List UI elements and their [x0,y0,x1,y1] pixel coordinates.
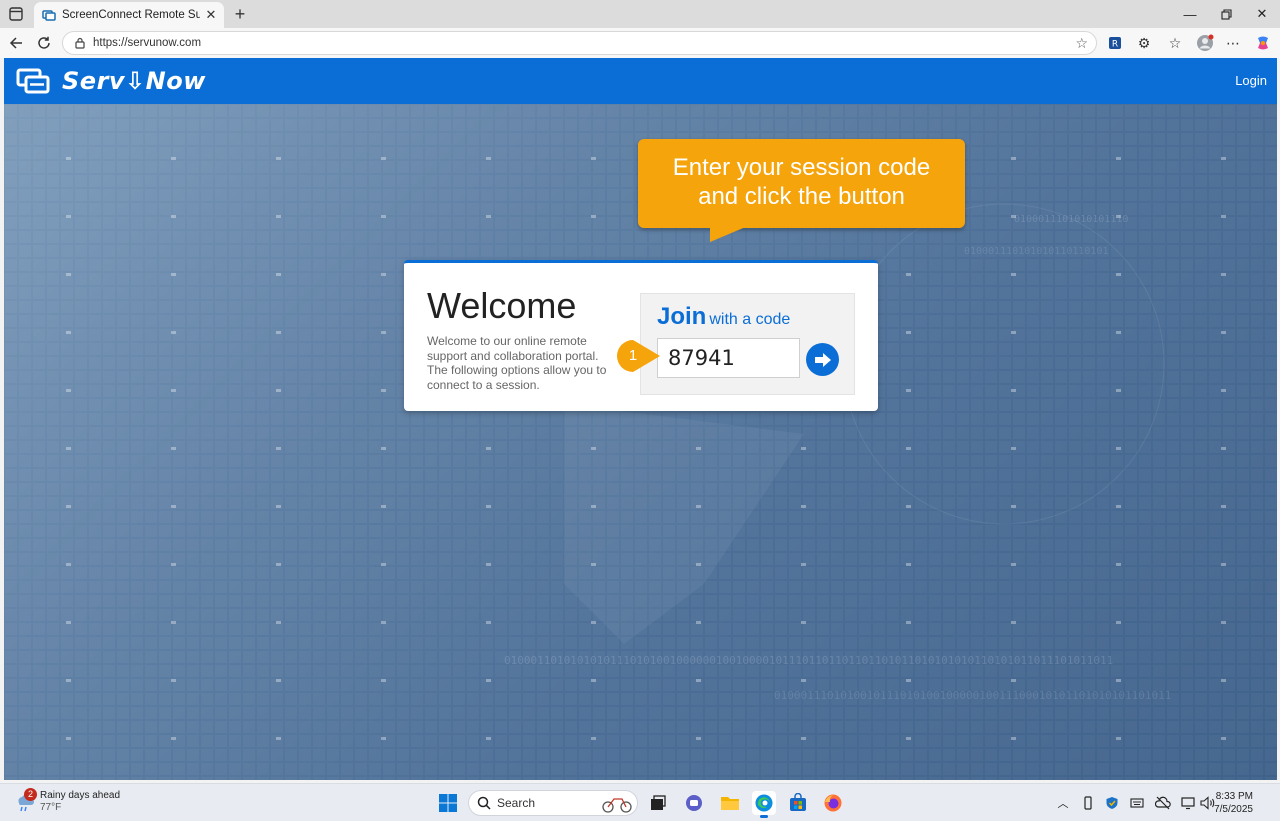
show-hidden-icons-chevron-icon[interactable]: ︿ [1055,795,1071,811]
logo-screens-icon [16,68,50,94]
task-view-icon[interactable] [646,791,670,815]
address-bar[interactable]: https://servunow.com ☆ [62,31,1097,55]
teams-chat-icon[interactable] [682,791,706,815]
file-explorer-icon[interactable] [718,791,742,815]
network-display-icon[interactable] [1180,795,1196,811]
refresh-icon[interactable] [33,32,55,54]
weather-title: Rainy days ahead [40,790,121,801]
site-header: Serv⇩Now Login [4,58,1277,104]
firefox-icon[interactable] [821,791,845,815]
join-with-code-panel: Join with a code [640,293,855,395]
taskbar-search[interactable]: Search [468,790,638,816]
favorites-icon[interactable]: ☆ [1165,33,1185,53]
join-label: Join [657,303,707,330]
security-shield-icon[interactable] [1104,795,1120,811]
servunow-logo[interactable]: Serv⇩Now [16,66,206,96]
step-marker: 1 [616,339,662,373]
minimize-icon[interactable]: — [1172,2,1208,26]
system-clock[interactable]: 8:33 PM 7/5/2025 [1214,790,1253,816]
onedrive-offline-icon[interactable] [1155,795,1171,811]
svg-text:R: R [1112,40,1118,50]
windows-start-icon[interactable] [436,791,460,815]
browser-tab[interactable]: ScreenConnect Remote Support S ✕ [34,2,224,28]
screenconnect-favicon-icon [42,10,56,21]
back-icon[interactable] [5,32,27,54]
join-submit-button[interactable] [806,343,839,376]
session-code-input[interactable] [657,338,800,378]
profile-avatar-icon[interactable] [1195,33,1215,53]
usb-device-icon[interactable] [1080,795,1096,811]
restore-icon[interactable] [1208,2,1244,26]
instruction-callout: Enter your session code and click the bu… [638,139,965,228]
svg-text:010001110101010110110101: 010001110101010110110101 [964,246,1109,257]
web-page: 0100011010101010111010100100000010010000… [4,58,1277,780]
welcome-title: Welcome [427,285,577,326]
weather-widget[interactable]: 2 Rainy days ahead 77°F [14,788,121,814]
favorite-star-icon[interactable]: ☆ [1075,35,1088,52]
url-text: https://servunow.com [93,37,202,49]
search-icon [477,796,491,810]
svg-text:010001110101001011101010010000: 0100011101010010111010100100000100111000… [774,689,1171,702]
active-app-indicator [760,815,768,818]
step-number: 1 [628,347,638,364]
callout-line-1: Enter your session code [672,154,931,181]
keyboard-icon[interactable] [1129,795,1145,811]
extension-icon[interactable]: R [1105,33,1125,53]
join-sublabel: with a code [709,311,791,328]
svg-text:010001101010101011101010010000: 0100011010101010111010100100000010010000… [504,654,1113,667]
weather-temperature: 77°F [40,802,62,813]
arrow-right-icon [814,352,831,367]
extensions-puzzle-icon[interactable]: ⚙ [1134,33,1154,53]
new-tab-icon[interactable]: + [230,4,250,24]
rain-cloud-icon: 2 [14,788,37,813]
logo-text: Serv⇩Now [62,67,206,95]
callout-pointer [710,226,748,242]
windows-taskbar: 2 Rainy days ahead 77°F Search ︿ 8:33 PM… [0,783,1280,821]
close-window-icon[interactable]: ✕ [1244,2,1280,26]
browser-tab-strip: ScreenConnect Remote Support S ✕ + — ✕ [0,0,1280,28]
login-link[interactable]: Login [1235,73,1267,88]
clock-time: 8:33 PM [1215,791,1253,802]
lock-icon[interactable] [73,36,87,50]
callout-line-2: and click the button [698,183,905,210]
search-label: Search [497,796,536,810]
welcome-card: Welcome Welcome to our online remote sup… [404,260,878,411]
join-heading: Join with a code [657,303,790,331]
microsoft-store-icon[interactable] [786,791,810,815]
svg-text:0100011101010101110: 0100011101010101110 [1014,214,1128,225]
copilot-icon[interactable] [1253,33,1273,53]
weather-badge: 2 [24,788,37,801]
bicycle-icon [602,798,632,813]
browser-toolbar: https://servunow.com ☆ R ⚙ ☆ ⋯ [0,28,1280,58]
tab-title: ScreenConnect Remote Support S [62,9,200,21]
welcome-description: Welcome to our online remote support and… [427,334,607,392]
edge-browser-icon[interactable] [752,791,776,818]
close-tab-icon[interactable]: ✕ [204,7,218,22]
tab-actions-icon[interactable] [6,4,26,24]
clock-date: 7/5/2025 [1214,804,1253,815]
more-menu-icon[interactable]: ⋯ [1223,33,1243,53]
